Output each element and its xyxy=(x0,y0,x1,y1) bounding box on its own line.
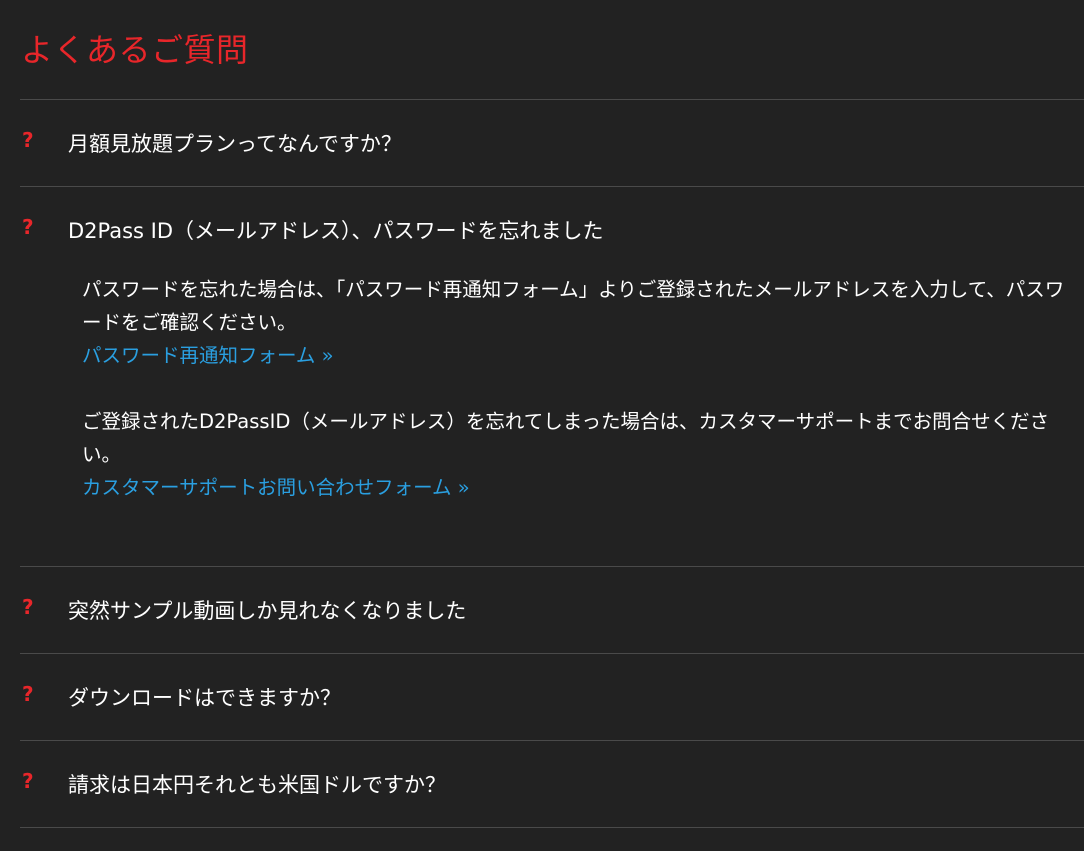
faq-question[interactable]: 月額見放題プランってなんですか？ xyxy=(68,130,402,158)
question-mark-icon: ? xyxy=(22,128,34,152)
faq-item-download[interactable]: ? ダウンロードはできますか？ xyxy=(0,682,1084,722)
divider xyxy=(20,827,1084,828)
faq-question[interactable]: 請求は日本円それとも米国ドルですか？ xyxy=(68,771,446,799)
answer-paragraph: ご登録されたD2PassID（メールアドレス）を忘れてしまった場合は、カスタマー… xyxy=(82,410,1050,466)
faq-question[interactable]: 突然サンプル動画しか見れなくなりました xyxy=(68,597,466,625)
faq-question[interactable]: ダウンロードはできますか？ xyxy=(68,684,341,712)
question-mark-icon: ? xyxy=(22,682,34,706)
faq-item-forgot-password[interactable]: ? D2Pass ID（メールアドレス）、パスワードを忘れました xyxy=(0,215,1084,255)
question-mark-icon: ? xyxy=(22,215,34,239)
answer-paragraph: パスワードを忘れた場合は、「パスワード再通知フォーム」よりご登録されたメールアド… xyxy=(82,278,1065,334)
faq-item-billing-currency[interactable]: ? 請求は日本円それとも米国ドルですか？ xyxy=(0,769,1084,809)
divider xyxy=(20,653,1084,654)
question-mark-icon: ? xyxy=(22,595,34,619)
faq-answer: パスワードを忘れた場合は、「パスワード再通知フォーム」よりご登録されたメールアド… xyxy=(82,273,1067,504)
divider xyxy=(20,566,1084,567)
divider xyxy=(20,740,1084,741)
divider xyxy=(20,186,1084,187)
divider xyxy=(20,99,1084,100)
customer-support-link[interactable]: カスタマーサポートお問い合わせフォーム » xyxy=(82,471,1067,504)
faq-item-sample-only[interactable]: ? 突然サンプル動画しか見れなくなりました xyxy=(0,595,1084,635)
password-reminder-link[interactable]: パスワード再通知フォーム » xyxy=(82,339,1067,372)
faq-question[interactable]: D2Pass ID（メールアドレス）、パスワードを忘れました xyxy=(68,217,604,245)
faq-item-monthly-plan[interactable]: ? 月額見放題プランってなんですか？ xyxy=(0,128,1084,168)
question-mark-icon: ? xyxy=(22,769,34,793)
page-title: よくあるご質問 xyxy=(21,31,249,69)
faq-page: よくあるご質問 ? 月額見放題プランってなんですか？ ? D2Pass ID（メ… xyxy=(0,0,1084,851)
